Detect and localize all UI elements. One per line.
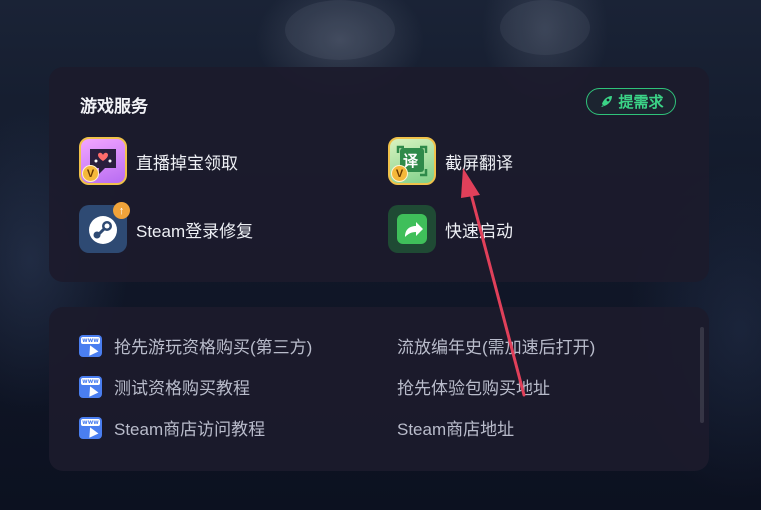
services-title: 游戏服务 — [80, 97, 148, 116]
link-exile-chronicle[interactable]: 流放编年史(需加速后打开) — [397, 333, 595, 358]
link-label: 抢先游玩资格购买(第三方) — [114, 338, 313, 357]
background-figure — [500, 0, 590, 55]
www-link-icon: www — [79, 375, 102, 398]
link-early-access-purchase[interactable]: www 抢先游玩资格购买(第三方) — [79, 333, 312, 358]
service-steam-login-fix[interactable]: ↑ Steam登录修复 — [79, 202, 254, 254]
link-label: Steam商店访问教程 — [114, 420, 266, 439]
live-gift-icon: V — [79, 137, 127, 185]
service-quick-launch[interactable]: 快速启动 — [388, 204, 513, 254]
www-link-icon: www — [79, 416, 102, 439]
screen-translate-icon: 译 V — [388, 137, 436, 185]
request-feature-label: 提需求 — [618, 94, 664, 111]
request-feature-button[interactable]: 提需求 — [586, 88, 676, 115]
link-label: 测试资格购买教程 — [114, 379, 250, 398]
game-services-panel: 游戏服务 提需求 V 直播掉宝领取 译 V 截屏翻译 ↑ Steam登录修复 快… — [49, 67, 709, 282]
service-live-drops[interactable]: V 直播掉宝领取 — [79, 136, 238, 186]
service-label: 快速启动 — [445, 221, 513, 241]
rocket-icon — [601, 95, 613, 107]
link-label: 抢先体验包购买地址 — [397, 379, 550, 398]
link-early-access-pack[interactable]: 抢先体验包购买地址 — [397, 374, 550, 399]
www-link-icon: www — [79, 334, 102, 357]
vip-badge: V — [82, 165, 99, 182]
vip-badge: V — [391, 165, 408, 182]
service-label: Steam登录修复 — [136, 221, 254, 241]
service-label: 直播掉宝领取 — [136, 153, 238, 173]
quick-launch-icon — [388, 205, 436, 253]
service-screen-translate[interactable]: 译 V 截屏翻译 — [388, 136, 513, 186]
link-test-purchase-tutorial[interactable]: www 测试资格购买教程 — [79, 374, 250, 399]
link-steam-store-tutorial[interactable]: www Steam商店访问教程 — [79, 415, 265, 440]
steam-icon: ↑ — [79, 202, 130, 253]
quick-links-panel: www 抢先游玩资格购买(第三方) www 测试资格购买教程 www Steam… — [49, 307, 709, 471]
upgrade-arrow-icon: ↑ — [113, 202, 130, 219]
service-label: 截屏翻译 — [445, 153, 513, 173]
link-label: 流放编年史(需加速后打开) — [397, 338, 596, 357]
scrollbar[interactable] — [700, 327, 704, 423]
background-figure — [285, 0, 395, 60]
link-steam-store-address[interactable]: Steam商店地址 — [397, 415, 514, 440]
link-label: Steam商店地址 — [397, 420, 515, 439]
